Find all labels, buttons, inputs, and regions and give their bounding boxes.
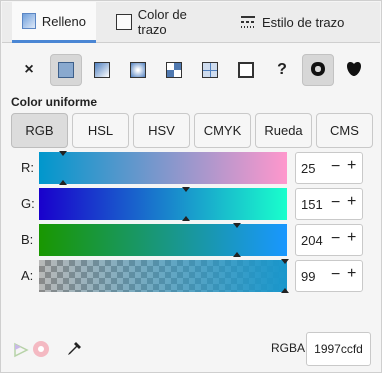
channel-label-red: R: xyxy=(21,160,34,175)
channel-row-green: G: 151 − + xyxy=(1,186,382,222)
blue-slider-marker-top[interactable] xyxy=(233,223,242,228)
no-paint-button[interactable]: × xyxy=(13,54,45,86)
tab-stroke-style[interactable]: Estilo de trazo xyxy=(230,2,360,42)
out-of-gamut-icon[interactable] xyxy=(33,341,49,357)
color-mode-selector: RGB HSL HSV CMYK Rueda CMS xyxy=(11,113,373,148)
green-increment-button[interactable]: + xyxy=(347,193,356,211)
mode-cms-button[interactable]: CMS xyxy=(316,113,373,148)
green-slider-marker-bottom[interactable] xyxy=(181,216,190,221)
rgba-input[interactable]: 1997ccfd xyxy=(306,332,371,366)
blue-spinbox[interactable]: 204 − + xyxy=(295,224,363,256)
swatch-icon xyxy=(238,62,254,78)
red-slider[interactable] xyxy=(39,151,287,185)
fill-and-stroke-panel: Relleno Color de trazo Estilo de trazo × xyxy=(0,0,382,373)
radial-gradient-button[interactable] xyxy=(122,54,154,86)
alpha-increment-button[interactable]: + xyxy=(347,265,356,283)
channel-row-blue: B: 204 − + xyxy=(1,222,382,258)
tab-stroke-paint-label: Color de trazo xyxy=(137,7,187,37)
fill-rule-nonzero-icon xyxy=(345,60,363,81)
pattern-button[interactable] xyxy=(158,54,190,86)
mode-cmyk-button[interactable]: CMYK xyxy=(194,113,251,148)
no-paint-icon: × xyxy=(24,61,34,78)
red-slider-marker-top[interactable] xyxy=(59,151,68,156)
fill-icon xyxy=(22,13,36,29)
green-value[interactable]: 151 xyxy=(301,197,323,212)
red-slider-marker-bottom[interactable] xyxy=(59,180,68,185)
blue-value[interactable]: 204 xyxy=(301,233,323,248)
pattern-icon xyxy=(166,62,182,78)
tab-stroke-paint[interactable]: Color de trazo xyxy=(106,2,228,42)
mode-wheel-button[interactable]: Rueda xyxy=(255,113,312,148)
section-title-flat-color: Color uniforme xyxy=(11,95,97,109)
swatch-button[interactable] xyxy=(230,54,262,86)
red-increment-button[interactable]: + xyxy=(347,157,356,175)
unset-paint-button[interactable]: ? xyxy=(266,54,298,86)
fill-rule-nonzero-button[interactable] xyxy=(338,54,370,86)
blue-increment-button[interactable]: + xyxy=(347,229,356,247)
alpha-slider-marker-top[interactable] xyxy=(280,259,289,264)
mesh-gradient-icon xyxy=(202,62,218,78)
red-value[interactable]: 25 xyxy=(301,161,315,176)
linear-gradient-button[interactable] xyxy=(86,54,118,86)
tab-stroke-style-label: Estilo de trazo xyxy=(262,14,345,30)
channel-label-blue: B: xyxy=(21,232,34,247)
tab-bar: Relleno Color de trazo Estilo de trazo xyxy=(2,2,380,43)
red-decrement-button[interactable]: − xyxy=(331,158,340,176)
flat-color-button[interactable] xyxy=(50,54,82,86)
alpha-slider[interactable] xyxy=(39,259,289,293)
rgba-value[interactable]: 1997ccfd xyxy=(314,342,363,356)
stroke-paint-icon xyxy=(116,14,132,30)
linear-gradient-icon xyxy=(94,62,110,78)
rgba-label: RGBA: xyxy=(271,341,309,355)
channel-label-alpha: A: xyxy=(21,268,34,283)
eyedropper-icon[interactable] xyxy=(65,340,83,358)
blue-slider-marker-bottom[interactable] xyxy=(233,252,242,257)
channel-row-red: R: 25 − + xyxy=(1,150,382,186)
red-spinbox[interactable]: 25 − + xyxy=(295,152,363,184)
green-decrement-button[interactable]: − xyxy=(331,194,340,212)
green-spinbox[interactable]: 151 − + xyxy=(295,188,363,220)
tab-fill[interactable]: Relleno xyxy=(12,2,96,43)
blue-decrement-button[interactable]: − xyxy=(331,230,340,248)
channel-label-green: G: xyxy=(21,196,35,211)
color-managed-icon[interactable] xyxy=(13,342,29,358)
green-slider-marker-top[interactable] xyxy=(181,187,190,192)
channel-row-alpha: A: 99 − + xyxy=(1,258,382,294)
radial-gradient-icon xyxy=(130,62,146,78)
stroke-style-icon xyxy=(240,14,256,30)
mode-hsl-button[interactable]: HSL xyxy=(72,113,129,148)
alpha-spinbox[interactable]: 99 − + xyxy=(295,260,363,292)
alpha-slider-marker-bottom[interactable] xyxy=(280,288,289,293)
green-slider[interactable] xyxy=(39,187,287,221)
unset-paint-icon: ? xyxy=(277,61,287,78)
flat-color-icon xyxy=(58,62,74,78)
mesh-gradient-button[interactable] xyxy=(194,54,226,86)
fill-type-toolbar: × ? xyxy=(11,51,371,89)
fill-rule-evenodd-icon xyxy=(309,60,327,81)
mode-hsv-button[interactable]: HSV xyxy=(133,113,190,148)
blue-slider[interactable] xyxy=(39,223,287,257)
tab-fill-label: Relleno xyxy=(41,13,86,29)
mode-rgb-button[interactable]: RGB xyxy=(11,113,68,148)
alpha-value[interactable]: 99 xyxy=(301,269,315,284)
alpha-decrement-button[interactable]: − xyxy=(331,266,340,284)
fill-rule-evenodd-button[interactable] xyxy=(302,54,334,86)
